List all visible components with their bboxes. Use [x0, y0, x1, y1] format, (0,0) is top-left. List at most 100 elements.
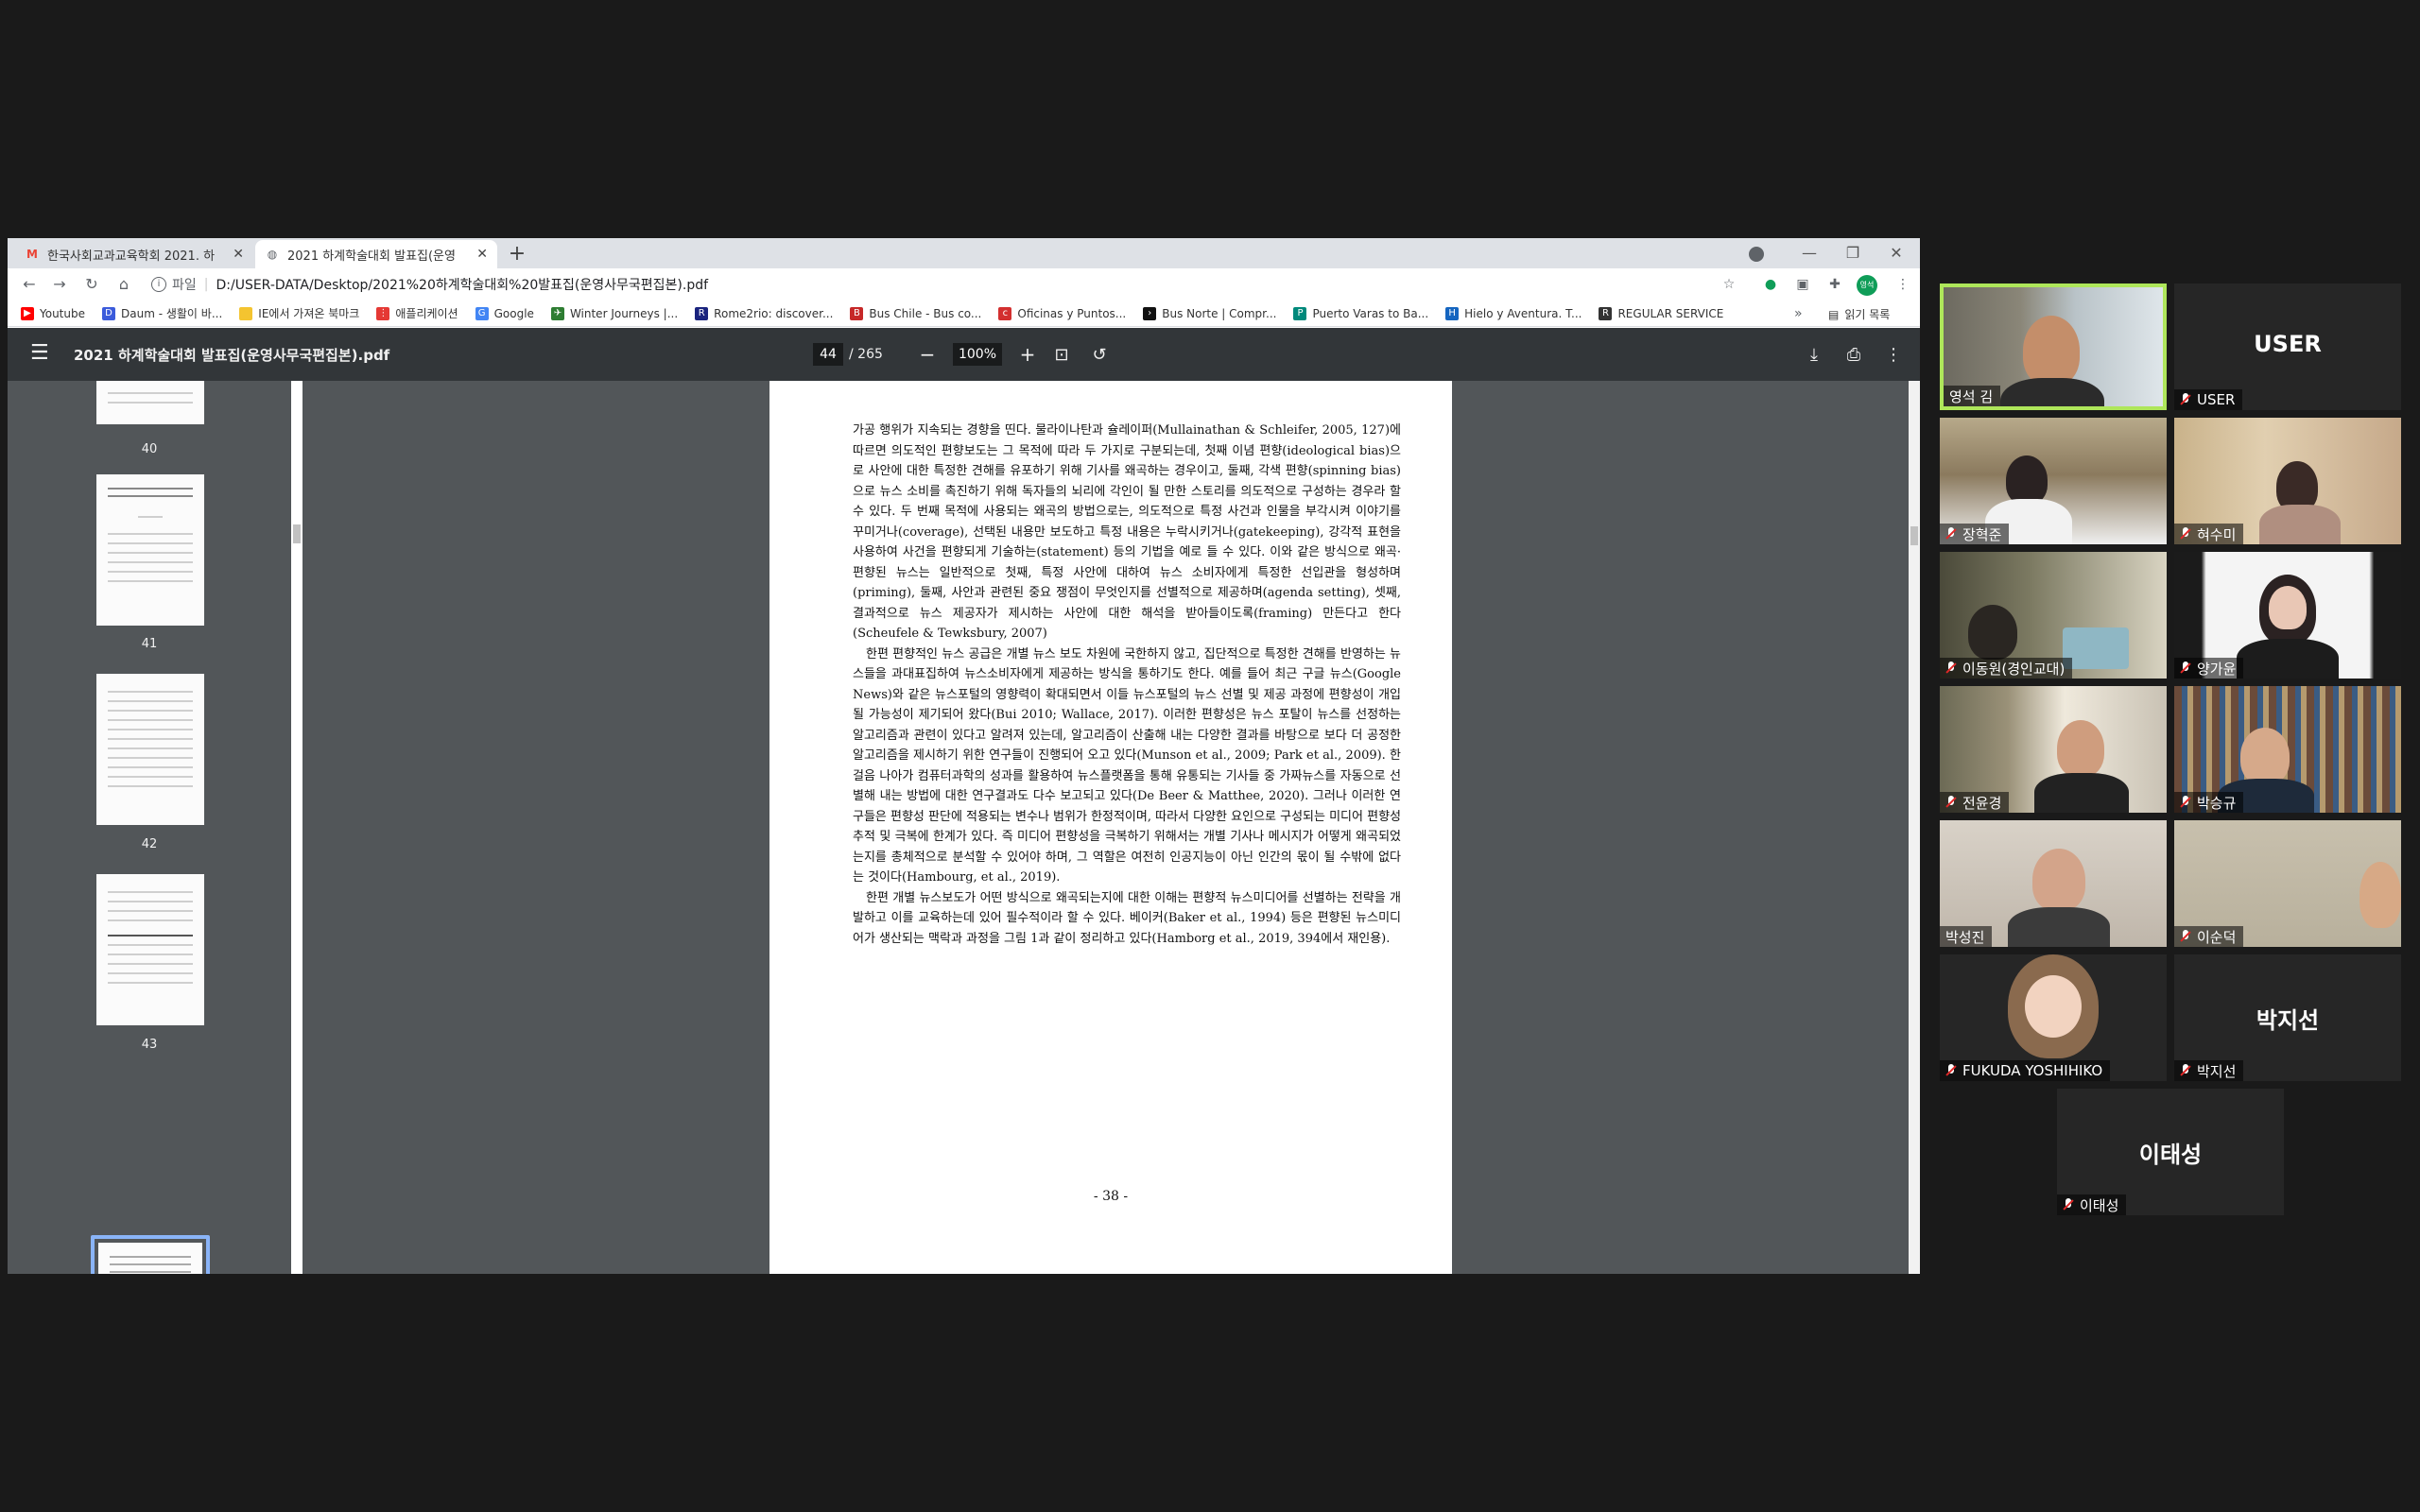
minimize-button[interactable]: —	[1790, 242, 1828, 265]
daum-icon: D	[102, 306, 115, 320]
participant-avatar-tile[interactable]: FUKUDA YOSHIHIKO	[1940, 954, 2167, 1081]
fit-page-icon[interactable]: ⊡	[1051, 345, 1072, 366]
participant-display-name: 이태성	[2138, 1142, 2203, 1168]
pdf-page-text: 가공 행위가 지속되는 경향을 띤다. 물라이나탄과 슐레이퍼(Mullaina…	[853, 421, 1401, 949]
zoom-out-button[interactable]: −	[915, 343, 940, 366]
bookmark-item[interactable]: › Bus Norte | Compr...	[1143, 306, 1276, 320]
thumbnail-sidebar: 40 41 42 43 44	[8, 381, 291, 1274]
video-gallery: 영석 김 USER USER 장혁준 혀수미 이동원(경인교대) 양가윤 전윤경…	[1940, 284, 2409, 1228]
avatar-face	[2025, 975, 2082, 1038]
zoom-level-input[interactable]: 100%	[953, 343, 1002, 366]
participant-body	[2237, 639, 2339, 679]
muted-mic-icon	[2180, 930, 2191, 943]
globe-icon: ◍	[267, 248, 278, 261]
travel-icon: ✈	[550, 306, 564, 320]
back-button[interactable]: ←	[19, 274, 40, 295]
bookmark-item[interactable]: ✈ Winter Journeys |...	[550, 306, 678, 320]
participant-tile[interactable]: 박지선 박지선	[2174, 954, 2401, 1081]
participant-face	[2006, 455, 2048, 505]
home-button[interactable]: ⌂	[113, 274, 134, 295]
document-scrollbar-thumb[interactable]	[1910, 526, 1918, 545]
participant-video[interactable]: 양가윤	[2174, 552, 2401, 679]
tab-pdf[interactable]: ◍ 2021 하계학술대회 발표집(운영 ✕	[255, 240, 497, 268]
participant-face	[1968, 605, 2017, 660]
youtube-icon: ▶	[21, 306, 34, 320]
forward-button[interactable]: →	[49, 274, 70, 295]
page-thumbnail[interactable]	[96, 674, 204, 825]
bookmark-folder[interactable]: IE에서 가져온 북마크	[239, 305, 359, 321]
close-icon[interactable]: ✕	[233, 247, 244, 262]
bookmark-item[interactable]: G Google	[475, 306, 534, 320]
bus-icon: B	[850, 306, 864, 320]
page-thumbnail[interactable]	[96, 874, 204, 1025]
menu-kebab-icon[interactable]: ⋮	[1894, 276, 1911, 293]
participant-skin	[2269, 586, 2307, 629]
bookmark-star-icon[interactable]: ☆	[1720, 276, 1737, 293]
page-thumbnail[interactable]	[96, 474, 204, 626]
zoom-in-button[interactable]: +	[1015, 343, 1040, 366]
bookmark-item[interactable]: ▶ Youtube	[21, 306, 85, 320]
participant-face	[2032, 849, 2085, 911]
reload-button[interactable]: ↻	[81, 274, 102, 295]
muted-mic-icon	[2180, 796, 2191, 809]
bookmark-item[interactable]: c Oficinas y Puntos...	[998, 306, 1126, 320]
tab-gmail[interactable]: M 한국사회교과교육학회 2021. 하 ✕	[15, 240, 253, 268]
participant-name-tag: FUKUDA YOSHIHIKO	[1940, 1060, 2111, 1081]
bookmark-item[interactable]: R REGULAR SERVICE	[1599, 306, 1723, 320]
page-thumbnail[interactable]	[96, 381, 204, 424]
url-scheme: 파일	[172, 278, 197, 293]
download-icon[interactable]: ⤓	[1804, 345, 1824, 366]
participant-body	[2000, 378, 2104, 406]
bookmark-item[interactable]: P Puerto Varas to Ba...	[1293, 306, 1428, 320]
muted-mic-icon	[2180, 662, 2191, 675]
close-icon[interactable]: ✕	[476, 247, 488, 262]
page-selector: 44 / 265	[813, 343, 883, 366]
bookmark-item[interactable]: R Rome2rio: discover...	[695, 306, 833, 320]
address-bar[interactable]: i 파일 | D:/USER-DATA/Desktop/2021%20하계학술대…	[151, 272, 1758, 297]
reading-list-button[interactable]: ▤ 읽기 목록	[1828, 306, 1890, 322]
print-icon[interactable]: ⎙	[1843, 345, 1864, 366]
new-tab-button[interactable]: +	[505, 242, 529, 266]
bookmarks-overflow-button[interactable]: »	[1794, 306, 1803, 321]
tab-title: 2021 하계학술대회 발표집(운영	[287, 249, 456, 264]
participant-video[interactable]: 장혁준	[1940, 418, 2167, 544]
hamburger-menu-icon[interactable]: ☰	[30, 343, 49, 364]
close-window-button[interactable]: ✕	[1877, 242, 1915, 265]
page-number-input[interactable]: 44	[813, 343, 843, 366]
muted-mic-icon	[1945, 527, 1957, 541]
profile-avatar[interactable]: 영석	[1857, 275, 1877, 296]
bookmark-item[interactable]: H Hielo y Aventura. T...	[1445, 306, 1582, 320]
sidebar-scrollbar[interactable]	[291, 381, 302, 1274]
participant-tile[interactable]: USER USER	[2174, 284, 2401, 410]
extension-icon[interactable]: ▣	[1794, 276, 1811, 293]
participant-tile[interactable]: 이태성 이태성	[2057, 1089, 2284, 1215]
restore-button[interactable]: ❐	[1834, 242, 1872, 265]
participant-face	[2023, 316, 2080, 386]
thumbnail-page-number: 40	[141, 442, 158, 456]
info-icon[interactable]: i	[151, 277, 166, 292]
rotate-icon[interactable]: ↺	[1089, 345, 1110, 366]
browser-toolbar: ← → ↻ ⌂ i 파일 | D:/USER-DATA/Desktop/2021…	[8, 268, 1920, 301]
tab-search-icon[interactable]	[1749, 247, 1764, 262]
participant-name-tag: 이순덕	[2174, 926, 2244, 947]
participant-video-active-speaker[interactable]: 영석 김	[1940, 284, 2167, 410]
sidebar-scrollbar-thumb[interactable]	[293, 524, 301, 543]
page-thumbnail-current[interactable]	[98, 1243, 202, 1274]
document-scrollbar[interactable]	[1909, 381, 1920, 1274]
grammarly-icon[interactable]: ●	[1762, 276, 1779, 293]
participant-video[interactable]: 전윤경	[1940, 686, 2167, 813]
more-options-icon[interactable]: ⋮	[1883, 345, 1904, 366]
participant-video[interactable]: 혀수미	[2174, 418, 2401, 544]
pdf-page: 가공 행위가 지속되는 경향을 띤다. 물라이나탄과 슐레이퍼(Mullaina…	[769, 381, 1452, 1274]
puzzle-icon[interactable]: ✚	[1826, 276, 1843, 293]
participant-video[interactable]: 이동원(경인교대)	[1940, 552, 2167, 679]
bookmark-item[interactable]: D Daum - 생활이 바...	[102, 305, 222, 321]
participant-video[interactable]: 박승규	[2174, 686, 2401, 813]
paragraph: 가공 행위가 지속되는 경향을 띤다. 물라이나탄과 슐레이퍼(Mullaina…	[853, 423, 1401, 641]
bookmark-item[interactable]: B Bus Chile - Bus co...	[850, 306, 981, 320]
browser-window: M 한국사회교과교육학회 2021. 하 ✕ ◍ 2021 하계학술대회 발표집…	[8, 238, 1920, 1274]
participant-video[interactable]: 박성진	[1940, 820, 2167, 947]
participant-video[interactable]: 이순덕	[2174, 820, 2401, 947]
muted-mic-icon	[1945, 1064, 1957, 1077]
bookmark-apps[interactable]: ⋮ 애플리케이션	[376, 305, 458, 321]
